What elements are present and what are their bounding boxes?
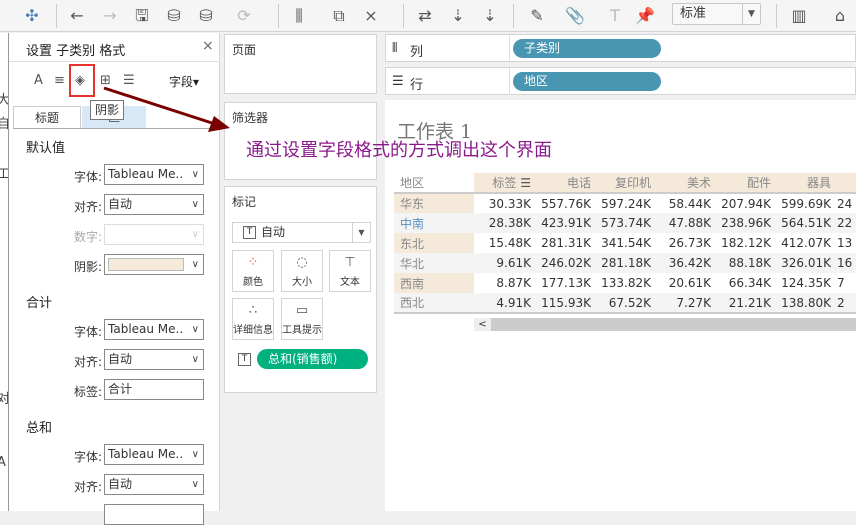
arrow-line: [103, 86, 216, 126]
annotation-arrow: [103, 86, 230, 132]
arrow-head: [208, 116, 230, 132]
